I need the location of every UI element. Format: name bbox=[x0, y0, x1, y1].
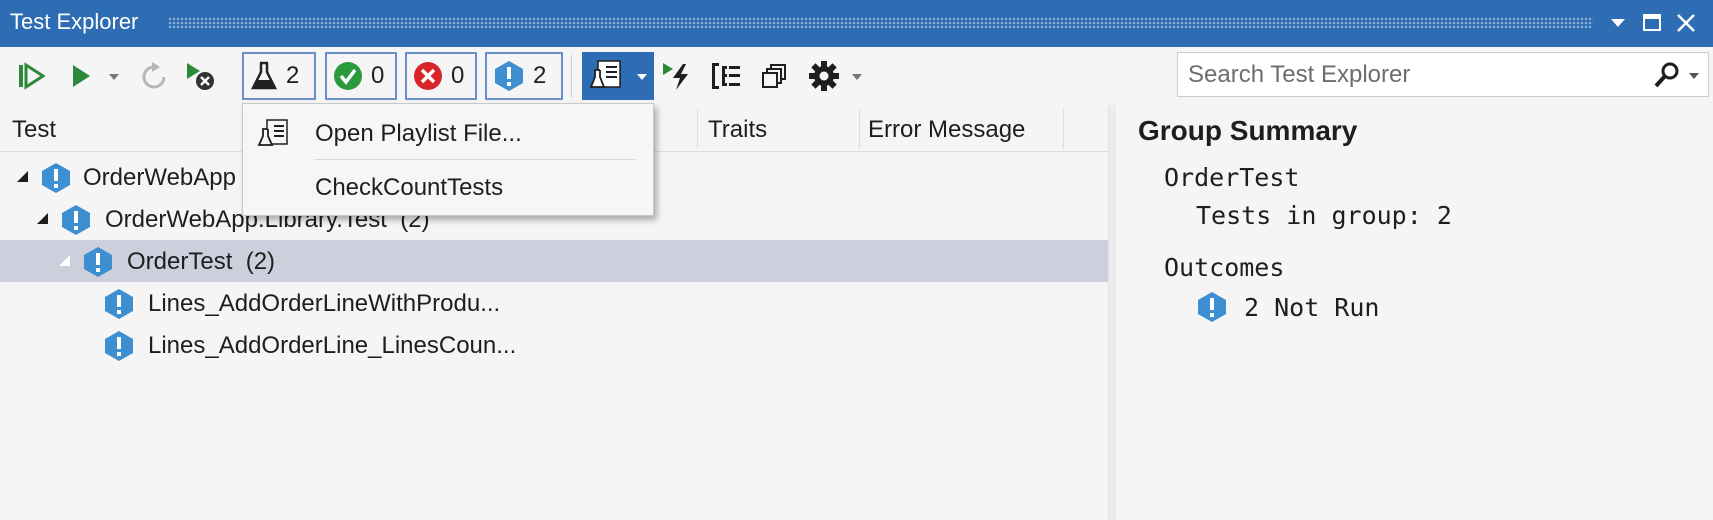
tree-row-test[interactable]: Lines_AddOrderLine_LinesCoun... bbox=[0, 324, 1108, 366]
column-divider[interactable] bbox=[1063, 109, 1064, 149]
menu-item-label: Open Playlist File... bbox=[315, 120, 522, 147]
cancel-run-icon bbox=[187, 63, 214, 90]
menu-item-playlist-checkcounttests[interactable]: CheckCountTests bbox=[243, 162, 653, 212]
title-bar-grip[interactable] bbox=[168, 17, 1593, 29]
menu-separator bbox=[315, 159, 635, 160]
gear-icon bbox=[809, 61, 839, 91]
playlist-menu: Open Playlist File... CheckCountTests bbox=[242, 103, 654, 216]
group-summary-pane: Group Summary OrderTest Tests in group: … bbox=[1116, 105, 1713, 520]
tree-row-label: OrderTest (2) bbox=[127, 248, 276, 275]
collapse-all-button[interactable] bbox=[758, 57, 792, 95]
settings-button[interactable] bbox=[805, 57, 845, 95]
column-header-traits[interactable]: Traits bbox=[708, 116, 767, 144]
pane-splitter[interactable] bbox=[1108, 105, 1116, 520]
run-after-build-icon bbox=[663, 63, 688, 90]
failed-icon bbox=[414, 62, 442, 90]
not-run-icon bbox=[105, 289, 133, 319]
column-header-error-message[interactable]: Error Message bbox=[868, 116, 1025, 144]
flask-icon bbox=[250, 61, 278, 90]
filter-failed-count: 0 bbox=[451, 62, 465, 89]
group-by-button[interactable] bbox=[708, 57, 744, 95]
search-icon[interactable] bbox=[1652, 60, 1682, 90]
not-run-icon bbox=[42, 163, 70, 193]
filter-not-run-count: 2 bbox=[533, 62, 547, 89]
column-divider[interactable] bbox=[859, 109, 860, 149]
playlist-button[interactable] bbox=[582, 52, 654, 100]
expanded-arrow-icon[interactable] bbox=[16, 170, 30, 184]
collapse-all-icon bbox=[762, 64, 786, 88]
toolbar: 2 0 0 2 bbox=[0, 47, 1713, 105]
column-divider[interactable] bbox=[697, 109, 698, 149]
repeat-last-run-button[interactable] bbox=[136, 57, 172, 95]
summary-outcome-not-run[interactable]: 2 Not Run bbox=[1244, 293, 1379, 322]
run-dropdown-button[interactable] bbox=[104, 57, 124, 95]
dropdown-arrow-icon[interactable] bbox=[1605, 9, 1631, 37]
repeat-icon bbox=[142, 62, 166, 89]
filter-all-count: 2 bbox=[286, 62, 300, 89]
tree-row-label: Lines_AddOrderLineWithProdu... bbox=[148, 290, 501, 317]
playlist-icon bbox=[257, 119, 288, 146]
close-icon[interactable] bbox=[1673, 9, 1699, 37]
playlist-icon bbox=[589, 60, 621, 88]
chevron-down-icon bbox=[852, 74, 862, 80]
cancel-run-button[interactable] bbox=[182, 57, 218, 95]
summary-tests-in-group: Tests in group: 2 bbox=[1196, 201, 1452, 230]
filter-all-tests[interactable]: 2 bbox=[242, 52, 316, 100]
maximize-icon[interactable] bbox=[1639, 9, 1665, 37]
run-all-button[interactable] bbox=[14, 57, 50, 95]
tree-row-class[interactable]: OrderTest (2) bbox=[0, 240, 1108, 282]
run-button[interactable] bbox=[66, 57, 96, 95]
not-run-icon bbox=[1198, 292, 1226, 322]
filter-passed-tests[interactable]: 0 bbox=[325, 52, 397, 100]
not-run-icon bbox=[84, 247, 112, 277]
summary-title: Group Summary bbox=[1138, 115, 1358, 146]
not-run-icon bbox=[495, 61, 523, 91]
run-tests-after-build-button[interactable] bbox=[660, 57, 696, 95]
chevron-down-icon bbox=[109, 74, 119, 80]
summary-outcomes-label: Outcomes bbox=[1164, 253, 1285, 282]
chevron-down-icon bbox=[637, 74, 647, 80]
settings-dropdown-button[interactable] bbox=[848, 57, 866, 95]
hierarchy-icon bbox=[712, 63, 740, 89]
menu-item-open-playlist[interactable]: Open Playlist File... bbox=[243, 108, 653, 158]
tree-row-label: Lines_AddOrderLine_LinesCoun... bbox=[148, 332, 517, 359]
summary-group-name: OrderTest bbox=[1164, 163, 1300, 192]
menu-item-label: CheckCountTests bbox=[315, 174, 504, 201]
toolbar-separator bbox=[571, 55, 572, 97]
play-icon bbox=[73, 65, 90, 87]
tree-row-label: OrderWebApp bbox=[83, 164, 236, 191]
search-box bbox=[1177, 52, 1709, 97]
filter-not-run-tests[interactable]: 2 bbox=[485, 52, 563, 100]
filter-passed-count: 0 bbox=[371, 62, 385, 89]
chevron-down-icon[interactable] bbox=[1686, 60, 1702, 90]
filter-failed-tests[interactable]: 0 bbox=[405, 52, 477, 100]
expanded-arrow-icon[interactable] bbox=[58, 254, 72, 268]
window-title: Test Explorer bbox=[10, 9, 139, 34]
search-input[interactable] bbox=[1178, 53, 1648, 96]
title-bar: Test Explorer bbox=[0, 0, 1713, 47]
run-all-icon bbox=[19, 62, 46, 90]
not-run-icon bbox=[62, 205, 90, 235]
tree-row-test[interactable]: Lines_AddOrderLineWithProdu... bbox=[0, 282, 1108, 324]
expanded-arrow-icon[interactable] bbox=[36, 212, 50, 226]
passed-icon bbox=[334, 62, 362, 90]
column-header-test[interactable]: Test bbox=[12, 116, 56, 144]
not-run-icon bbox=[105, 331, 133, 361]
